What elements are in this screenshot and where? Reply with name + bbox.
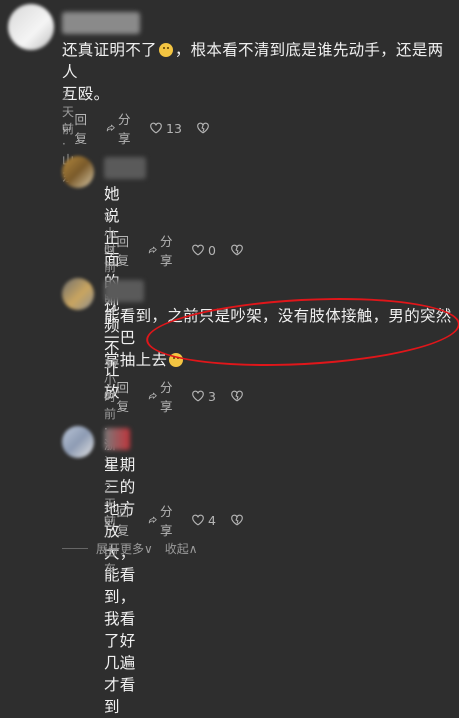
username[interactable] [104, 280, 144, 302]
comment-actions: 回复 分享 0 [104, 234, 261, 268]
username[interactable] [62, 12, 140, 34]
comment-actions: 回复 分享 13 [62, 112, 227, 146]
share-button[interactable]: 分享 [148, 501, 178, 539]
share-icon [148, 392, 157, 400]
replies-footer: 展开更多∨ 收起∧ [62, 540, 198, 557]
share-button[interactable]: 分享 [106, 109, 136, 147]
heart-icon [192, 244, 204, 256]
username[interactable] [104, 157, 146, 179]
broken-heart-icon [197, 122, 209, 134]
comment-actions: 回复 分享 4 [104, 504, 261, 538]
reply-icon [62, 124, 71, 133]
dislike-button[interactable] [230, 389, 247, 403]
broken-heart-icon [231, 514, 243, 526]
reply-button[interactable]: 回复 [104, 377, 134, 415]
broken-heart-icon [231, 244, 243, 256]
share-icon [148, 516, 157, 524]
avatar[interactable] [62, 278, 94, 310]
share-button[interactable]: 分享 [148, 377, 178, 415]
reply-icon [104, 516, 113, 525]
reply-button[interactable]: 回复 [104, 231, 134, 269]
username[interactable] [104, 428, 130, 450]
collapse-button[interactable]: 收起∧ [165, 540, 198, 557]
reply-icon [104, 392, 113, 401]
comment-actions: 回复 分享 3 [104, 380, 261, 414]
reply-icon [104, 246, 113, 255]
like-button[interactable]: 3 [191, 389, 216, 404]
broken-heart-icon [231, 390, 243, 402]
expand-more-button[interactable]: 展开更多∨ [96, 540, 153, 557]
avatar[interactable] [62, 426, 94, 458]
like-button[interactable]: 0 [191, 243, 216, 258]
comment-text: 还真证明不了 ，根本看不清到底是谁先动手，还是两人 互殴。 [62, 41, 444, 103]
dislike-button[interactable] [230, 513, 247, 527]
dislike-button[interactable] [196, 121, 213, 135]
dislike-button[interactable] [230, 243, 247, 257]
reply-button[interactable]: 回复 [62, 109, 92, 147]
share-icon [106, 124, 115, 132]
rofl-emoji-icon [158, 43, 173, 57]
like-button[interactable]: 4 [191, 513, 216, 528]
heart-icon [192, 390, 204, 402]
like-button[interactable]: 13 [149, 121, 182, 136]
divider [62, 548, 88, 549]
share-icon [148, 246, 157, 254]
avatar[interactable] [8, 4, 54, 50]
heart-icon [150, 122, 162, 134]
heart-icon [192, 514, 204, 526]
reply-button[interactable]: 回复 [104, 501, 134, 539]
share-button[interactable]: 分享 [148, 231, 178, 269]
avatar[interactable] [62, 156, 94, 188]
